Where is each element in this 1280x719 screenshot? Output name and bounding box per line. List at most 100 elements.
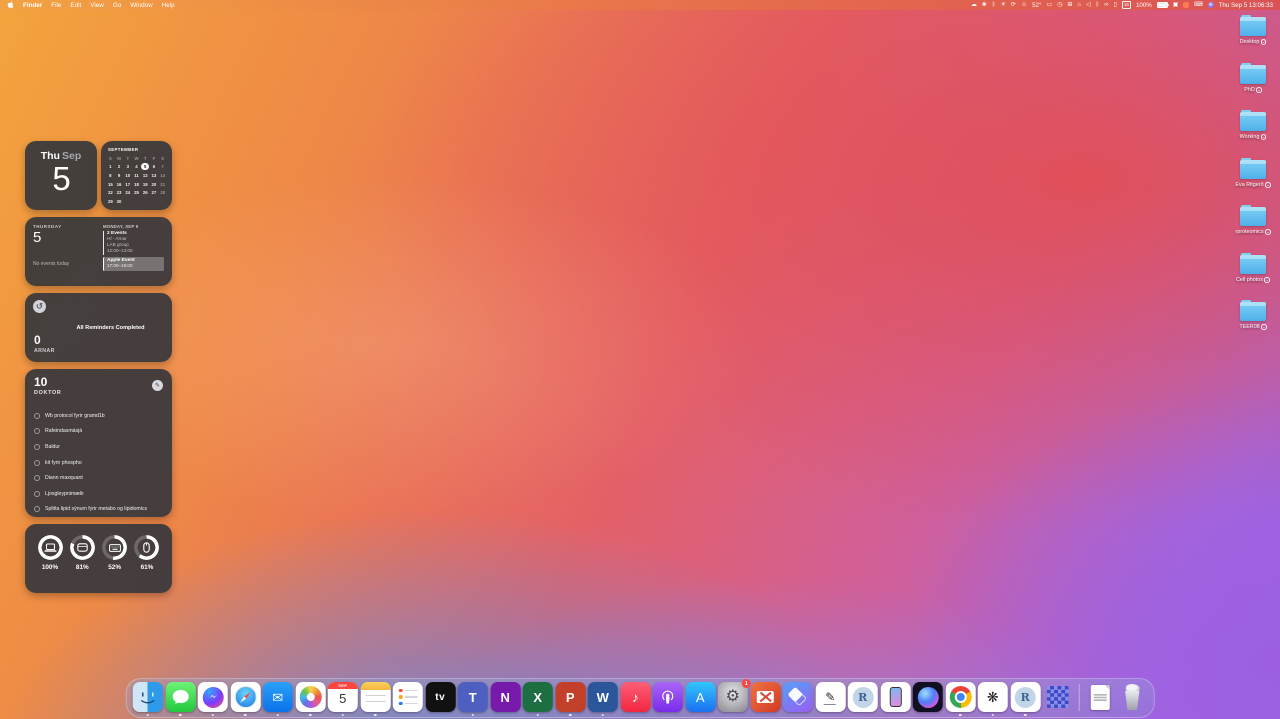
folder-teer08[interactable]: TEER08 ⌄ <box>1228 299 1278 330</box>
calendar-day-cell[interactable]: 15 <box>106 180 115 188</box>
volume-icon[interactable]: ◁ <box>1086 2 1091 8</box>
calendar-day-cell[interactable]: 16 <box>115 180 124 188</box>
dock-rapp[interactable]: R <box>847 682 878 716</box>
dock-iphone[interactable] <box>880 682 911 716</box>
dock-rapp2[interactable]: R <box>1010 682 1041 716</box>
calendar-box-icon[interactable]: 15 <box>1121 1 1131 9</box>
calendar-day-cell[interactable]: 25 <box>132 189 141 197</box>
compose-icon[interactable]: ✎ <box>152 380 163 391</box>
month-calendar-widget[interactable]: SEPTEMBER S M T W T F S 1 2 3 4 5 6 7 8 9 10 11 12 13 14 15 16… <box>101 141 172 210</box>
todo-checkbox[interactable] <box>34 475 40 482</box>
cloud-icon[interactable]: ☁ <box>971 2 977 8</box>
calendar-day-cell[interactable]: 18 <box>132 180 141 188</box>
reminders-widget[interactable]: ↺ All Reminders Completed 0 ARNAR <box>25 293 172 362</box>
dock-chrome[interactable] <box>945 682 976 716</box>
calendar-day-cell[interactable]: 26 <box>141 189 150 197</box>
dock-notes[interactable] <box>360 682 391 716</box>
folder-eva-ritger-[interactable]: Eva Ritgerð ⌄ <box>1228 157 1278 188</box>
batteries-widget[interactable]: 100% 81% 52% 61% <box>25 524 172 593</box>
folder-desktop[interactable]: Desktop ⌄ <box>1228 14 1278 45</box>
calendar-day-cell[interactable]: 23 <box>115 189 124 197</box>
loop-icon[interactable]: ∞ <box>1104 2 1108 8</box>
menu-finder[interactable]: Finder <box>23 2 42 9</box>
dock-music[interactable]: ♪ <box>620 682 651 716</box>
calendar-day-cell[interactable]: 12 <box>141 171 150 179</box>
keyboard-icon[interactable]: ⌨ <box>1194 2 1203 8</box>
dock-knot[interactable] <box>1043 682 1073 716</box>
calendar-day-cell[interactable]: 21 <box>158 180 167 188</box>
dock-chatgpt[interactable]: ❋ <box>977 682 1008 716</box>
todo-checkbox[interactable] <box>34 506 40 513</box>
dock-appletv[interactable]: tv <box>425 682 456 716</box>
dock-siri[interactable] <box>912 682 943 716</box>
dock-shortcuts[interactable] <box>782 682 813 716</box>
dock-calendar[interactable]: SEP 5 <box>327 682 358 716</box>
calendar-day-cell[interactable]: 29 <box>106 197 115 205</box>
dock-onenote[interactable]: N <box>490 682 521 716</box>
grid-icon[interactable]: ⊞ <box>1067 2 1072 8</box>
dock-appstore[interactable]: A <box>685 682 716 716</box>
calendar-day-cell[interactable]: 5 <box>141 162 150 171</box>
calendar-day-cell[interactable]: 11 <box>132 171 141 179</box>
calendar-day-cell[interactable]: 1 <box>106 163 115 171</box>
calendar-day-cell[interactable]: 24 <box>123 189 132 197</box>
folder-phd[interactable]: PhD ⌄ <box>1228 62 1278 93</box>
todo-checkbox[interactable] <box>34 428 40 435</box>
dock-mail[interactable]: ✉ <box>262 682 293 716</box>
flower-icon[interactable]: ❀ <box>982 2 987 8</box>
menu-go[interactable]: Go <box>113 2 121 9</box>
temperature-text[interactable]: 52° <box>1032 2 1041 9</box>
dock-powerpoint[interactable]: P <box>555 682 586 716</box>
brightness-icon[interactable]: ☀ <box>1001 2 1006 8</box>
todo-checkbox[interactable] <box>34 490 40 497</box>
dock-finder[interactable] <box>132 682 163 716</box>
dock-messages[interactable] <box>165 682 196 716</box>
calendar-day-cell[interactable]: 20 <box>150 180 159 188</box>
home-icon[interactable]: ⌂ <box>1077 2 1081 8</box>
events-widget[interactable]: THURSDAY 5 No events today MONDAY, SEP 9… <box>25 217 172 286</box>
calendar-day-cell[interactable]: 28 <box>158 189 167 197</box>
bluetooth-icon-2[interactable]: ᛒ <box>1096 2 1100 8</box>
dock-messenger[interactable] <box>197 682 228 716</box>
folder-cell-photos[interactable]: Cell photos ⌄ <box>1228 252 1278 283</box>
menu-view[interactable]: View <box>90 2 104 9</box>
calendar-day-cell[interactable]: 19 <box>141 180 150 188</box>
calendar-day-cell[interactable]: 7 <box>158 163 167 171</box>
dock-podcasts[interactable] <box>652 682 683 716</box>
cast-icon[interactable]: ▣ <box>1173 2 1179 8</box>
dock-photos[interactable] <box>295 682 326 716</box>
calendar-day-cell[interactable]: 10 <box>123 171 132 179</box>
dock-remote[interactable] <box>750 682 781 716</box>
sync-icon[interactable]: ⟳ <box>1011 2 1016 8</box>
dock-journal[interactable]: ✎ <box>815 682 846 716</box>
calendar-day-cell[interactable]: 9 <box>115 171 124 179</box>
calendar-day-cell[interactable]: 13 <box>150 171 159 179</box>
calendar-day-cell[interactable]: 6 <box>150 163 159 171</box>
date-widget[interactable]: Thu Sep 5 <box>25 141 97 210</box>
calendar-day-cell[interactable]: 27 <box>150 189 159 197</box>
calendar-day-cell[interactable]: 3 <box>123 163 132 171</box>
todo-checkbox[interactable] <box>34 412 40 419</box>
dock-teams[interactable]: T <box>457 682 488 716</box>
menu-file[interactable]: File <box>51 2 61 9</box>
calendar-day-cell[interactable]: 8 <box>106 171 115 179</box>
clock-text[interactable]: Thu Sep 5 13:06:33 <box>1219 2 1273 9</box>
dock-safari[interactable] <box>230 682 261 716</box>
dock-settings[interactable]: ⚙ 1 <box>717 679 751 716</box>
display-icon[interactable]: ▭ <box>1046 2 1052 8</box>
todo-list-widget[interactable]: 10 DOKTOR ✎ Wb protocol fyrir gramd1b Raf… <box>25 369 172 517</box>
calendar-day-cell[interactable]: 14 <box>158 171 167 179</box>
todo-checkbox[interactable] <box>34 443 40 450</box>
calendar-day-cell[interactable]: 2 <box>115 163 124 171</box>
face-icon[interactable]: ☺ <box>1021 2 1027 8</box>
menu-help[interactable]: Help <box>162 2 175 9</box>
dock-word[interactable]: W <box>587 682 618 716</box>
todo-checkbox[interactable] <box>34 459 40 466</box>
globe-icon[interactable]: ⊕ <box>1207 2 1214 8</box>
calendar-day-cell[interactable]: 17 <box>123 180 132 188</box>
calendar-day-cell[interactable]: 22 <box>106 189 115 197</box>
phone-icon[interactable]: ▯ <box>1114 2 1117 8</box>
battery-icon[interactable] <box>1156 1 1169 9</box>
notification-icon[interactable] <box>1183 2 1189 8</box>
battery-percent-text[interactable]: 100% <box>1136 2 1152 9</box>
